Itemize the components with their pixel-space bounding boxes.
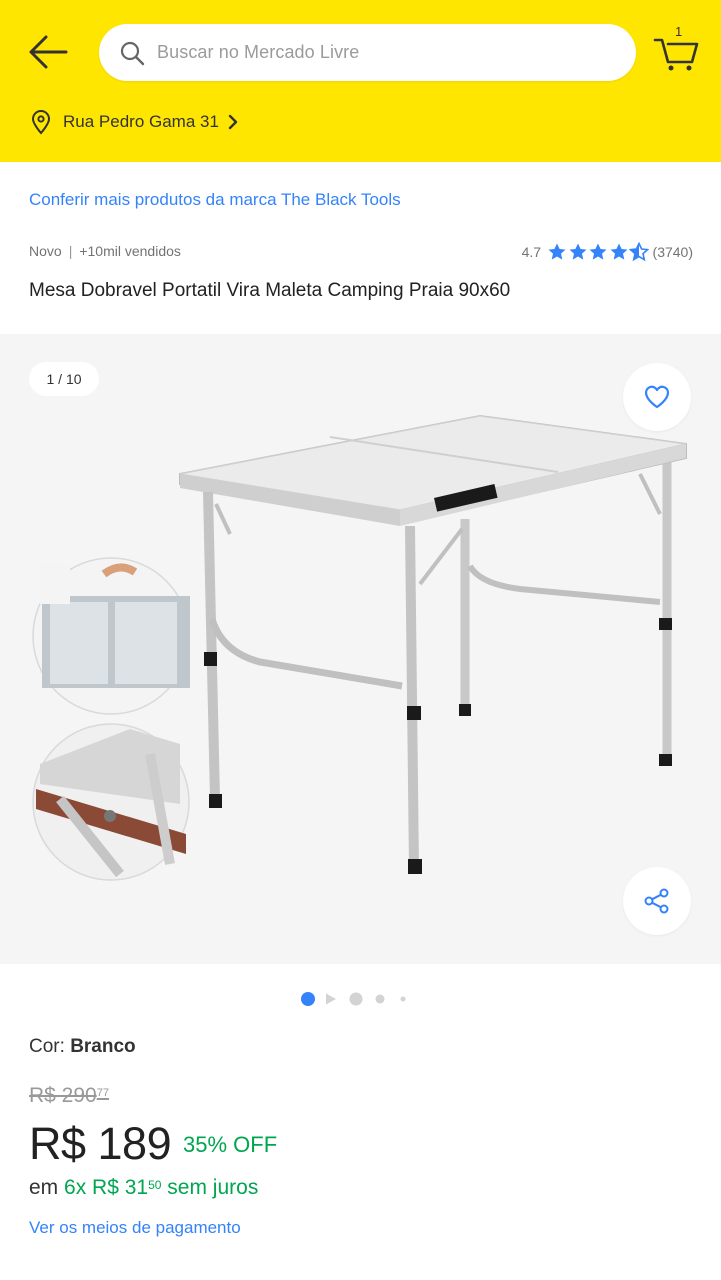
pagination-dot (349, 992, 363, 1006)
pagination-dot-active (301, 992, 315, 1006)
rating-summary[interactable]: 4.7 (3740) (522, 242, 693, 262)
rating-stars (547, 242, 650, 262)
original-price-main: R$ 290 (29, 1084, 97, 1107)
pagination-dot (375, 994, 385, 1004)
installments-prefix: em (29, 1176, 59, 1199)
share-button[interactable] (623, 867, 691, 935)
search-icon (120, 41, 145, 66)
star-full-icon (610, 243, 628, 260)
image-counter: 1 / 10 (29, 362, 99, 396)
product-gallery[interactable]: 1 / 10 (0, 334, 721, 964)
gallery-pagination[interactable] (300, 991, 420, 1007)
location-selector[interactable]: Rua Pedro Gama 31 (30, 108, 239, 136)
color-label: Cor: (29, 1036, 65, 1057)
favorite-button[interactable] (623, 363, 691, 431)
header: Buscar no Mercado Livre 1 Rua Pedro Gama… (0, 0, 721, 162)
meta-separator: | (68, 243, 73, 259)
rating-count: (3740) (652, 244, 693, 260)
original-price-cents: 77 (96, 1087, 109, 1099)
installments-suffix: sem juros (167, 1176, 259, 1199)
installments-main: 6x R$ 31 (64, 1176, 149, 1199)
pagination-dot (400, 996, 406, 1002)
sold-count-text: +10mil vendidos (79, 243, 181, 259)
installments-cents: 50 (148, 1178, 162, 1192)
product-meta: Novo | +10mil vendidos (29, 243, 181, 259)
current-price: R$ 189 (29, 1118, 172, 1169)
condition-text: Novo (29, 243, 62, 259)
installments-info: em 6x R$ 3150 sem juros (29, 1176, 258, 1200)
location-text: Rua Pedro Gama 31 (63, 112, 219, 131)
star-full-icon (569, 243, 587, 260)
payment-methods-link[interactable]: Ver os meios de pagamento (29, 1218, 241, 1238)
back-arrow-icon[interactable] (26, 32, 70, 72)
product-title: Mesa Dobravel Portatil Vira Maleta Campi… (29, 280, 511, 301)
brand-link[interactable]: Conferir mais produtos da marca The Blac… (29, 190, 401, 210)
heart-icon (644, 385, 670, 409)
star-full-icon (548, 243, 566, 260)
discount-badge: 35% OFF (183, 1132, 278, 1157)
cart-count-badge: 1 (675, 24, 683, 39)
search-placeholder: Buscar no Mercado Livre (157, 42, 360, 62)
product-image[interactable] (0, 334, 721, 964)
star-full-icon (589, 243, 607, 260)
star-half-icon (629, 242, 650, 262)
location-pin-icon (31, 110, 51, 135)
pagination-video-marker (326, 993, 336, 1005)
rating-value: 4.7 (521, 244, 542, 260)
search-input[interactable]: Buscar no Mercado Livre (99, 24, 636, 81)
installments-amount: 6x R$ 3150 (64, 1176, 161, 1199)
original-price: R$ 29077 (29, 1084, 109, 1108)
share-icon (644, 888, 669, 914)
variant-color: Cor: Branco (29, 1036, 136, 1058)
chevron-right-icon (228, 114, 238, 130)
color-value: Branco (70, 1036, 136, 1057)
